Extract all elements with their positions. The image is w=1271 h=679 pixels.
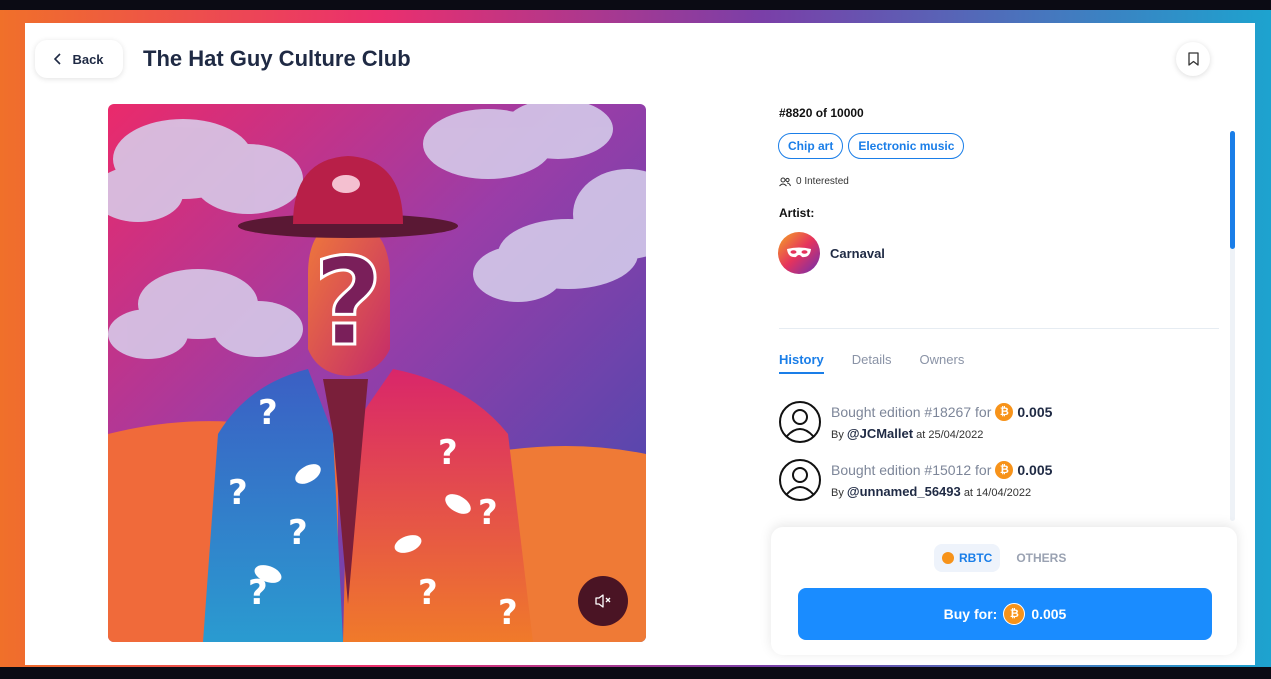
tag-electronic-music[interactable]: Electronic music [848,133,965,159]
purchase-panel: RBTC OTHERS Buy for: ₿ 0.005 [771,527,1237,655]
chevron-left-icon [54,53,62,65]
edition-number: #8820 of 10000 [779,106,864,120]
back-button[interactable]: Back [35,40,123,78]
rbtc-coin-icon: ₿ [1003,603,1026,625]
history-item: Bought edition #18267 for ₿ 0.005 By @JC… [778,393,1052,451]
bookmark-icon [1187,52,1199,66]
svg-text:?: ? [498,593,518,633]
tag-list: Chip art Electronic music [778,133,965,159]
bitcoin-icon: ₿ [995,461,1014,479]
buy-price: 0.005 [1031,606,1067,622]
carnival-mask-icon [787,247,811,258]
detail-tabs: History Details Owners [779,352,964,374]
currency-rbtc-label: RBTC [959,551,993,565]
tab-history[interactable]: History [779,352,824,374]
bookmark-button[interactable] [1176,42,1210,76]
artist-link[interactable]: Carnaval [778,232,885,274]
nft-detail-card: Back The Hat Guy Culture Club ? ? ? ? ? … [25,23,1255,665]
svg-text:?: ? [288,513,308,553]
speaker-muted-icon [595,594,611,608]
mute-button[interactable] [578,576,628,626]
artist-heading: Artist: [779,206,815,220]
history-list: Bought edition #18267 for ₿ 0.005 By @JC… [778,393,1052,509]
tag-chip-art[interactable]: Chip art [778,133,844,159]
svg-text:?: ? [258,393,278,433]
artist-name: Carnaval [830,245,885,261]
history-date: at 25/04/2022 [916,429,984,441]
bitcoin-icon: ₿ [995,403,1014,421]
interested-label: 0 Interested [796,176,849,187]
history-amount: 0.005 [1017,462,1053,478]
frame-bottom-band [0,667,1271,679]
artist-avatar [778,232,820,274]
svg-text:?: ? [478,493,498,533]
user-avatar-icon[interactable] [778,458,822,502]
user-avatar-icon[interactable] [778,400,822,444]
frame-top-band [0,0,1271,10]
history-user-link[interactable]: @unnamed_56493 [847,484,961,499]
rbtc-coin-icon [942,552,954,564]
currency-switch: RBTC OTHERS [934,544,1074,572]
buy-button[interactable]: Buy for: ₿ 0.005 [798,588,1212,640]
section-divider [779,328,1219,329]
currency-others-tab[interactable]: OTHERS [1008,544,1074,572]
history-item: Bought edition #15012 for ₿ 0.005 By @un… [778,451,1052,509]
svg-text:?: ? [418,573,438,613]
nft-artwork: ? ? ? ? ? ? ? ? ? [108,104,646,642]
page-title: The Hat Guy Culture Club [143,46,411,71]
history-by: By [831,429,844,441]
back-label: Back [72,51,104,67]
svg-text:?: ? [228,473,248,513]
svg-text:?: ? [313,234,383,373]
history-action: Bought edition #18267 for [831,404,992,420]
history-action: Bought edition #15012 for [831,462,992,478]
tab-owners[interactable]: Owners [920,352,965,374]
history-by: By [831,487,844,499]
currency-rbtc-tab[interactable]: RBTC [934,544,1001,572]
scrollbar-thumb[interactable] [1230,131,1235,249]
hat-guy-illustration: ? ? ? ? ? ? ? ? ? [108,104,646,642]
users-icon [779,177,791,186]
history-amount: 0.005 [1017,404,1053,420]
history-user-link[interactable]: @JCMallet [847,426,913,441]
buy-label: Buy for: [943,606,998,622]
history-date: at 14/04/2022 [963,487,1032,499]
interested-count: 0 Interested [779,176,849,187]
scrollbar-track[interactable] [1230,131,1235,521]
svg-text:?: ? [438,433,458,473]
tab-details[interactable]: Details [852,352,892,374]
